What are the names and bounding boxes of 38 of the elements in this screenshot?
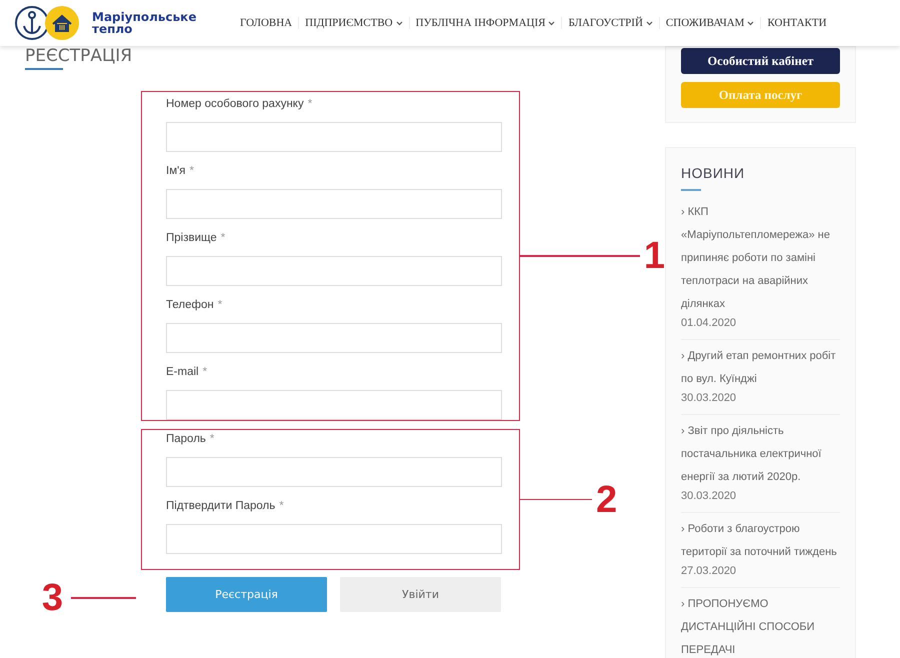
- field-label: Прізвище *: [166, 231, 226, 246]
- field-label: Ім'я *: [166, 164, 196, 179]
- input-field[interactable]: [166, 524, 502, 554]
- nav-link[interactable]: СПОЖИВАЧАМ: [660, 17, 762, 29]
- annotation-number: 3: [42, 578, 63, 618]
- field-label: Підтвердити Пароль *: [166, 499, 285, 514]
- input-field[interactable]: [166, 122, 502, 152]
- news-date: 30.03.2020: [681, 489, 738, 504]
- news-link[interactable]: › Роботи з благоустрою території за поточний тиждень: [681, 518, 840, 564]
- field-label: Телефон *: [166, 298, 224, 313]
- field-label: Номер особового рахунку *: [166, 97, 314, 112]
- annotation-number: 2: [596, 480, 618, 520]
- nav-link[interactable]: КОНТАКТИ: [761, 17, 833, 29]
- input-field[interactable]: [166, 457, 502, 487]
- field-label: E-mail *: [166, 365, 208, 380]
- news-link[interactable]: › Другий етап ремонтних робіт по вул. Куїнджі: [681, 345, 840, 391]
- input-field[interactable]: [166, 189, 502, 219]
- leader-line: [71, 597, 136, 599]
- news-heading: НОВИНИ: [681, 164, 746, 183]
- nav-link[interactable]: БЛАГОУСТРІЙ: [562, 17, 660, 29]
- input-field[interactable]: [166, 390, 502, 420]
- news-link[interactable]: › Звіт про діяльність постачальника електричної енергії за лютий 2020р.: [681, 420, 840, 489]
- news-date: 30.03.2020: [681, 391, 738, 406]
- page-title: РЕЄСТРАЦІЯ: [25, 46, 134, 66]
- account-button[interactable]: Особистий кабінет: [681, 48, 840, 74]
- field-label: Пароль *: [166, 432, 216, 447]
- brand-name[interactable]: Маріупольське тепло: [92, 11, 196, 35]
- news-link[interactable]: › ПРОПОНУЄМО ДИСТАНЦІЙНІ СПОСОБИ ПЕРЕДАЧІ: [681, 593, 840, 658]
- news-date: 27.03.2020: [681, 564, 738, 579]
- nav-link[interactable]: ПІДПРИЄМСТВО: [299, 17, 410, 29]
- input-field[interactable]: [166, 323, 502, 353]
- nav-link[interactable]: ПУБЛІЧНА ІНФОРМАЦІЯ: [410, 17, 562, 29]
- annotation-number: 1: [644, 236, 665, 276]
- login-button[interactable]: Увійти: [340, 577, 501, 612]
- nav-link[interactable]: ГОЛОВНА: [234, 17, 300, 29]
- news-date: 01.04.2020: [681, 316, 738, 331]
- input-field[interactable]: [166, 256, 502, 286]
- news-link[interactable]: › ККП «Маріупольтепломережа» не припиняє роботи по заміні теплотраси на аварійних ділянках: [681, 201, 840, 316]
